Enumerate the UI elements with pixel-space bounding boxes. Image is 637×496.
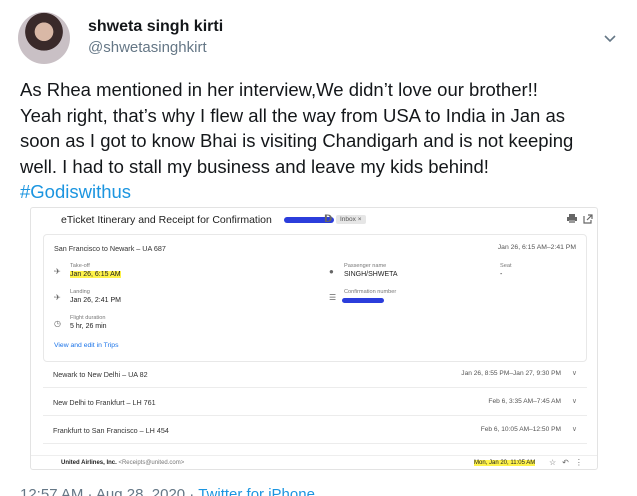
flight-row[interactable]: Frankfurt to San Francisco – LH 454 Feb … <box>43 416 587 444</box>
redaction-mark <box>342 298 384 303</box>
tweet-meta: 12:57 AM · Aug 28, 2020 · Twitter for iP… <box>20 486 315 496</box>
tweet-line: soon as I got to know Bhai is visiting C… <box>20 130 574 151</box>
open-external-icon <box>583 214 593 224</box>
flight-route: Frankfurt to San Francisco – LH 454 <box>53 426 169 435</box>
flight-route: Newark to New Delhi – UA 82 <box>53 370 148 379</box>
duration-label: Flight duration <box>70 315 106 321</box>
reply-icon[interactable]: ↶ <box>562 458 575 467</box>
confirmation-label: Confirmation number <box>344 289 397 295</box>
print-icon <box>567 214 577 223</box>
email-date: Mon, Jan 20, 11:05 AM <box>474 460 536 466</box>
passenger-label: Passenger name <box>344 263 387 269</box>
tweet-line: Yeah right, that’s why I flew all the wa… <box>20 104 566 126</box>
hashtag-link[interactable]: #Godiswithus <box>20 179 620 205</box>
email-subject: eTicket Itinerary and Receipt for Confir… <box>61 214 272 226</box>
takeoff-value: Jan 26, 6:15 AM <box>70 271 121 278</box>
landing-label: Landing <box>70 289 90 295</box>
barcode-icon: ☰ <box>329 293 337 302</box>
flight-dates: Feb 6, 10:05 AM–12:50 PM <box>480 426 561 433</box>
star-icon[interactable]: ☆ <box>549 458 562 467</box>
landing-value: Jan 26, 2:41 PM <box>70 297 121 304</box>
chevron-down-icon[interactable] <box>602 30 618 46</box>
flight-route: San Francisco to Newark – UA 687 <box>54 244 166 253</box>
flight-card: San Francisco to Newark – UA 687 Jan 26,… <box>43 234 587 362</box>
email-footer: United Airlines, Inc. <Receipts@united.c… <box>31 455 597 469</box>
flight-dates: Feb 6, 3:35 AM–7:45 AM <box>488 398 561 405</box>
takeoff-label: Take-off <box>70 263 90 269</box>
avatar[interactable] <box>18 12 70 64</box>
person-icon: ● <box>329 267 334 276</box>
chevron-down-icon[interactable]: ∨ <box>572 369 577 377</box>
tweet-source[interactable]: Twitter for iPhone <box>198 486 315 496</box>
sender-name: United Airlines, Inc. <box>61 460 117 466</box>
seat-label: Seat <box>500 263 512 269</box>
passenger-value: SINGH/SHWETA <box>344 271 398 278</box>
chevron-down-icon[interactable]: ∨ <box>572 397 577 405</box>
sender: United Airlines, Inc. <Receipts@united.c… <box>61 460 184 466</box>
important-marker-icon: 𝗗 <box>324 214 333 225</box>
flight-row[interactable]: New Delhi to Frankfurt – LH 761 Feb 6, 3… <box>43 388 587 416</box>
tweet-line: As Rhea mentioned in her interview,We di… <box>20 79 538 100</box>
tweet-header: shweta singh kirti @shwetasinghkirt <box>18 8 618 68</box>
flight-row[interactable]: Newark to New Delhi – UA 82 Jan 26, 8:55… <box>43 360 587 388</box>
chevron-down-icon[interactable]: ∨ <box>572 425 577 433</box>
flight-route: New Delhi to Frankfurt – LH 761 <box>53 398 156 407</box>
tweet-timestamp[interactable]: 12:57 AM · Aug 28, 2020 · <box>20 486 198 496</box>
author-handle[interactable]: @shwetasinghkirt <box>88 39 207 56</box>
tweet-text: As Rhea mentioned in her interview,We di… <box>20 77 620 205</box>
flight-dates: Jan 26, 6:15 AM–2:41 PM <box>497 244 576 251</box>
clock-icon: ◷ <box>54 319 61 328</box>
email-screenshot[interactable]: eTicket Itinerary and Receipt for Confir… <box>30 207 598 470</box>
takeoff-icon: ✈ <box>54 267 61 276</box>
email-actions: ☆↶⋮ <box>549 458 589 467</box>
tweet-line: well. I had to stall my business and lea… <box>20 155 489 177</box>
flight-dates: Jan 26, 8:55 PM–Jan 27, 9:30 PM <box>461 370 561 377</box>
author-name[interactable]: shweta singh kirti <box>88 18 223 36</box>
seat-value: - <box>500 271 503 278</box>
more-icon[interactable]: ⋮ <box>575 458 589 467</box>
view-in-trips-link[interactable]: View and edit in Trips <box>54 342 118 349</box>
landing-icon: ✈ <box>54 293 61 302</box>
inbox-label: Inbox × <box>336 215 366 224</box>
sender-email: <Receipts@united.com> <box>118 460 185 466</box>
duration-value: 5 hr, 26 min <box>70 323 107 330</box>
